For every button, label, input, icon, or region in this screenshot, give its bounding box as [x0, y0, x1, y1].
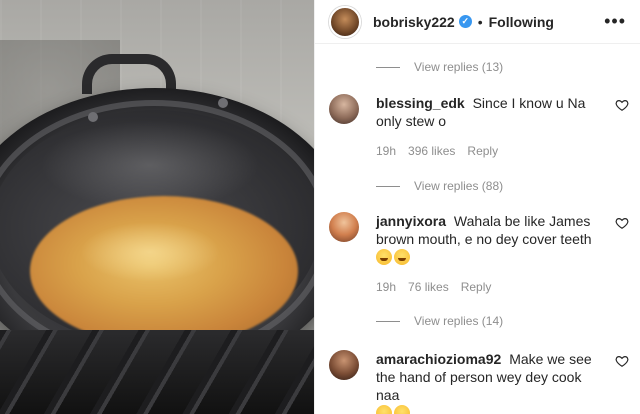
reply-button[interactable]: Reply — [461, 280, 492, 294]
like-heart-icon[interactable] — [615, 216, 629, 230]
view-replies-button[interactable]: View replies (88) — [376, 179, 503, 193]
replies-line — [376, 320, 400, 322]
comment-item: blessing_edk Since I know u Na only stew… — [329, 94, 629, 158]
stew-highlight — [80, 222, 220, 282]
grinning-sweat-emoji-icon — [394, 249, 410, 265]
stove-burner — [0, 330, 314, 414]
comment-likes[interactable]: 76 likes — [408, 280, 449, 294]
post-media[interactable] — [0, 0, 314, 414]
reply-button[interactable]: Reply — [467, 144, 498, 158]
pot-rivet — [88, 112, 98, 122]
separator-dot: • — [477, 13, 483, 30]
view-replies-label: View replies (88) — [414, 179, 504, 193]
comment-time: 19h — [376, 280, 397, 294]
following-button[interactable]: Following — [489, 14, 554, 30]
replies-line — [376, 66, 400, 68]
more-options-icon[interactable]: ••• — [604, 11, 626, 32]
view-replies-label: View replies (14) — [414, 314, 504, 328]
comment-username[interactable]: blessing_edk — [376, 95, 465, 111]
comment-item: amarachiozioma92 Make we see the hand of… — [329, 350, 629, 414]
like-heart-icon[interactable] — [615, 98, 629, 112]
avatar[interactable] — [329, 94, 359, 124]
avatar[interactable] — [329, 5, 361, 38]
post-header: bobrisky222 ✓ • Following ••• — [315, 0, 640, 44]
view-replies-button[interactable]: View replies (14) — [376, 314, 503, 328]
comment-text: amarachiozioma92 Make we see the hand of… — [376, 350, 629, 414]
like-heart-icon[interactable] — [615, 354, 629, 368]
view-replies-button[interactable]: View replies (13) — [376, 60, 503, 74]
replies-line — [376, 185, 400, 187]
view-replies-label: View replies (13) — [414, 60, 504, 74]
comment-time: 19h — [376, 144, 397, 158]
grinning-sweat-emoji-icon — [376, 249, 392, 265]
comment-likes[interactable]: 396 likes — [408, 144, 455, 158]
post-username[interactable]: bobrisky222 — [373, 14, 455, 30]
comment-username[interactable]: amarachiozioma92 — [376, 351, 501, 367]
comment-meta: 19h 76 likes Reply — [376, 280, 629, 294]
avatar[interactable] — [329, 350, 359, 380]
comment-username[interactable]: jannyixora — [376, 213, 446, 229]
comment-item: jannyixora Wahala be like James brown mo… — [329, 212, 629, 294]
avatar[interactable] — [329, 212, 359, 242]
comments-panel: bobrisky222 ✓ • Following ••• View repli… — [314, 0, 640, 414]
comment-text: blessing_edk Since I know u Na only stew… — [376, 94, 629, 130]
grinning-sweat-emoji-icon — [394, 405, 410, 414]
comment-text: jannyixora Wahala be like James brown mo… — [376, 212, 629, 266]
verified-badge-icon: ✓ — [458, 15, 472, 28]
pot-rivet — [218, 98, 228, 108]
grinning-sweat-emoji-icon — [376, 405, 392, 414]
comment-meta: 19h 396 likes Reply — [376, 144, 629, 158]
